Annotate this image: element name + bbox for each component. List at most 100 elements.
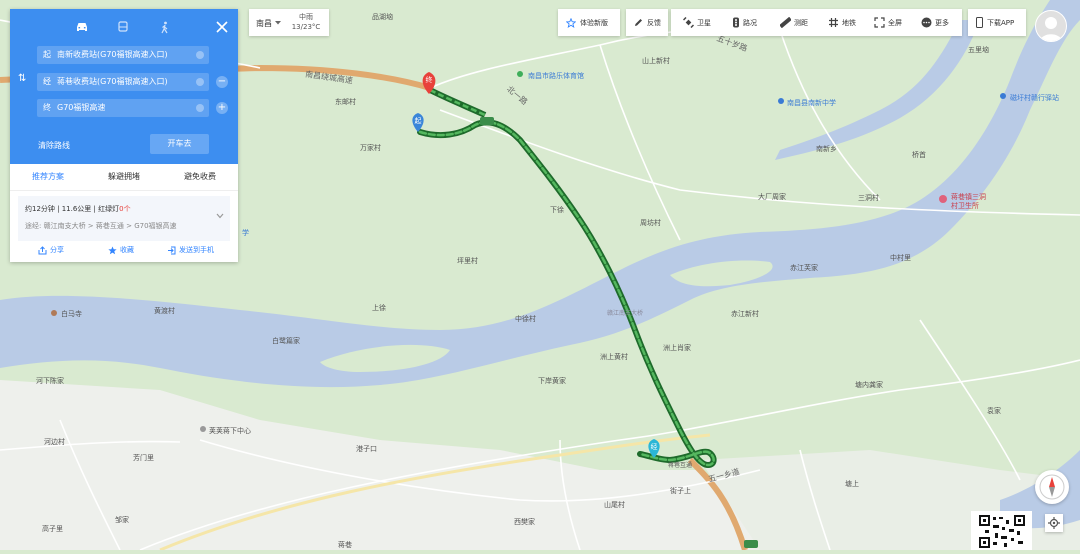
star-outline-icon: [566, 17, 576, 28]
measure-button[interactable]: 测距: [780, 9, 808, 36]
clear-end-icon[interactable]: [196, 104, 204, 112]
user-icon: [1040, 17, 1062, 41]
map-label: 黄渡村: [154, 307, 175, 315]
map-label: 赤江新村: [731, 310, 759, 318]
end-field[interactable]: 终 G70福银高速: [37, 99, 209, 117]
subway-icon: [829, 18, 838, 27]
swap-route-button[interactable]: ⇅: [18, 73, 26, 84]
traffic-light-icon: [733, 17, 739, 28]
route-panel: ⇅ 起南新收费站(G70福银高速入口) 经蒋巷收费站(G70福银高速入口) − …: [10, 9, 238, 262]
fullscreen-button[interactable]: 全屏: [874, 9, 902, 36]
clear-via-icon[interactable]: [196, 78, 204, 86]
pencil-icon: [635, 19, 642, 26]
compass-control[interactable]: [1035, 470, 1069, 504]
route-options-tabs: 推荐方案 躲避拥堵 避免收费: [10, 164, 238, 191]
bus-mode-tab[interactable]: [113, 17, 133, 37]
traffic-button[interactable]: 路况: [732, 9, 757, 36]
locate-button[interactable]: [1045, 514, 1063, 532]
clear-route-link[interactable]: 清除路线: [38, 140, 70, 151]
map-label: 街子上: [670, 487, 691, 495]
try-new-version-button[interactable]: 体验新版: [558, 9, 620, 36]
tab-avoid-congestion[interactable]: 躲避拥堵: [86, 164, 162, 190]
fullscreen-label: 全屏: [888, 18, 902, 27]
share-icon: [38, 245, 47, 254]
route-summary-text: 约12分钟 | 11.6公里 | 红绿灯: [25, 205, 120, 213]
map-label: 大厂周家: [758, 193, 786, 201]
walk-mode-tab[interactable]: [155, 17, 175, 37]
city-selector[interactable]: 南昌: [256, 18, 272, 29]
map-label: 五里垴: [968, 46, 989, 54]
chevron-down-icon[interactable]: [216, 213, 224, 219]
avatar[interactable]: [1035, 10, 1067, 42]
fullscreen-icon: [874, 17, 885, 28]
weather-condition: 中雨: [299, 13, 313, 21]
compass-icon: [1039, 474, 1065, 500]
city-weather-bar[interactable]: 南昌 中雨 13/23°C: [249, 9, 329, 36]
tab-avoid-tolls[interactable]: 避免收费: [162, 164, 238, 190]
poi-icon: [200, 426, 206, 432]
map-label: 下徐: [550, 206, 564, 214]
route-result-card[interactable]: 约12分钟 | 11.6公里 | 红绿灯0个 途经: 赣江南支大桥 > 蒋巷互通…: [18, 196, 230, 241]
close-panel-button[interactable]: [216, 18, 230, 33]
send-to-phone-button[interactable]: 发送到手机: [167, 245, 214, 255]
end-marker-label: 终: [425, 76, 433, 84]
start-driving-button[interactable]: 开车去: [150, 134, 209, 154]
try-new-version-label: 体验新版: [580, 18, 608, 27]
map-label: 磁圩村赣行驿站: [1010, 94, 1059, 102]
qr-code-icon: [978, 514, 1026, 550]
route-via-roads: 途经: 赣江南支大桥 > 蒋巷互通 > G70福银高速: [25, 222, 177, 230]
more-button[interactable]: 更多: [921, 9, 949, 36]
map-label: 白马寺: [61, 310, 82, 318]
map-label: 下岸黄家: [538, 377, 566, 385]
share-label: 分享: [50, 246, 64, 254]
ruler-icon: [780, 17, 791, 28]
map-label: 南新乡: [816, 145, 837, 153]
remove-via-button[interactable]: −: [216, 76, 228, 88]
via-field[interactable]: 经蒋巷收费站(G70福银高速入口): [37, 73, 209, 91]
map-label: 蒋巷: [338, 541, 352, 549]
map-label: 周坊村: [640, 219, 661, 227]
start-field[interactable]: 起南新收费站(G70福银高速入口): [37, 46, 209, 64]
map-label: 白鹭篇家: [272, 337, 300, 345]
more-icon: [921, 17, 932, 28]
close-icon: [216, 21, 228, 33]
add-via-button[interactable]: +: [216, 102, 228, 114]
via-value: 蒋巷收费站(G70福银高速入口): [57, 77, 168, 86]
tab-recommended[interactable]: 推荐方案: [10, 164, 86, 190]
share-button[interactable]: 分享: [38, 245, 64, 255]
start-value: 南新收费站(G70福银高速入口): [57, 50, 168, 59]
download-app-label: 下载APP: [987, 18, 1015, 27]
car-icon: [77, 23, 87, 31]
map-label: 坪里村: [457, 257, 478, 265]
download-app-button[interactable]: 下载APP: [968, 9, 1026, 36]
send-to-phone-label: 发送到手机: [179, 246, 214, 254]
satellite-button[interactable]: 卫星: [683, 9, 711, 36]
locate-icon: [1048, 517, 1060, 529]
weather-temperature: 13/23°C: [291, 23, 321, 31]
map-label: 南昌市路乐体育馆: [528, 72, 584, 80]
poi-icon: [939, 195, 947, 203]
feedback-button[interactable]: 反馈: [626, 9, 668, 36]
map-label: 山尾村: [604, 501, 625, 509]
walk-icon: [161, 21, 168, 33]
map-label: 袁家: [987, 407, 1001, 415]
favorite-button[interactable]: 收藏: [108, 245, 134, 255]
map-label: 高子里: [42, 525, 63, 533]
clear-start-icon[interactable]: [196, 51, 204, 59]
satellite-icon: [683, 17, 694, 28]
feedback-label: 反馈: [647, 18, 661, 27]
map-label: 中徐村: [515, 315, 536, 323]
map-label: 赤江芙家: [790, 264, 818, 272]
route-summary: 约12分钟 | 11.6公里 | 红绿灯0个: [25, 204, 131, 214]
map-label: 南昌县南新中学: [787, 99, 836, 107]
chevron-down-icon: [275, 21, 281, 25]
end-tag: 终: [43, 103, 51, 112]
route-input-area: ⇅ 起南新收费站(G70福银高速入口) 经蒋巷收费站(G70福银高速入口) − …: [10, 9, 238, 164]
subway-button[interactable]: 地铁: [828, 9, 856, 36]
map-label: 塘上: [845, 480, 859, 488]
map-label: 山上新村: [642, 57, 670, 65]
star-icon: [108, 245, 117, 254]
map-label: 洲上黄村: [600, 353, 628, 361]
drive-mode-tab[interactable]: [72, 17, 92, 37]
measure-label: 测距: [794, 18, 808, 27]
